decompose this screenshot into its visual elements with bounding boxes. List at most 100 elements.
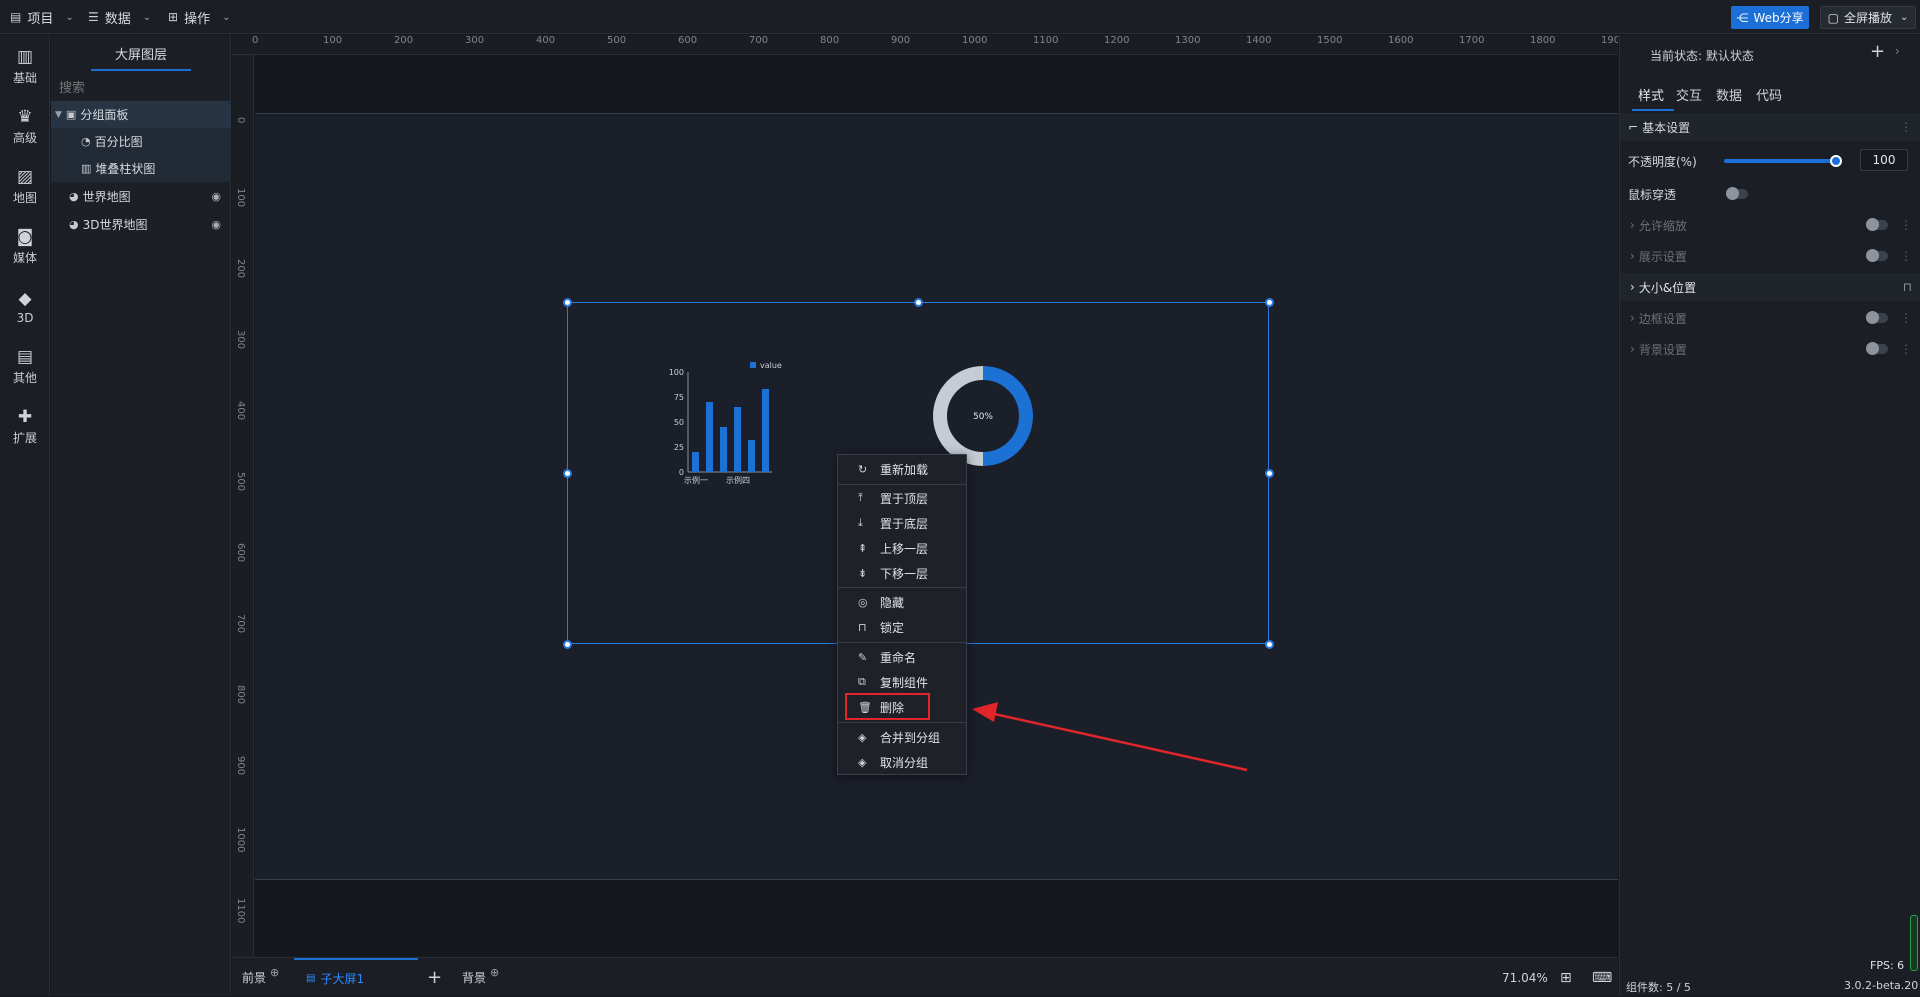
menu-ops[interactable]: ⊞ 操作 ⌄ [168,0,230,34]
more-icon[interactable]: ⋮ [1900,249,1912,263]
layer-row-world-map[interactable]: ◕ 世界地图 ◉ [51,183,231,210]
eye-hidden-icon[interactable]: ◉ [211,218,221,231]
web-share-button[interactable]: ⋲ Web分享 [1731,6,1809,29]
tab-foreground[interactable]: 前景 ⊕ [242,958,279,997]
eye-hidden-icon[interactable]: ◉ [211,190,221,203]
fit-screen-icon[interactable]: ⊞ [1560,958,1572,997]
tab-active-indicator [1632,109,1674,111]
resize-handle-r[interactable] [1265,469,1274,478]
rail-item-advanced[interactable]: ♛ 高级 [0,101,50,153]
ruler-tick: 300 [465,35,485,46]
fps-meter [1910,915,1918,971]
chevron-right-icon[interactable]: › [1895,44,1900,58]
y-tick-label: 75 [674,393,684,402]
ruler-tick: 1500 [1317,35,1343,46]
lock-icon[interactable]: ⊓ [1903,280,1912,294]
layer-row-stacked-bar[interactable]: ▥ 堆叠柱状图 [51,155,231,182]
ruler-tick: 1300 [1175,35,1201,46]
rail-item-basic[interactable]: ▥ 基础 [0,41,50,93]
tab-layers[interactable]: 大屏图层 [51,35,231,71]
bar-chart-icon: ▥ [16,47,34,67]
ruler-tick: 400 [536,35,556,46]
more-icon[interactable]: ⋮ [1900,218,1912,232]
ruler-tick: 1600 [1388,35,1414,46]
resize-handle-tl[interactable] [563,298,572,307]
menu-data[interactable]: ☰ 数据 ⌄ [88,0,151,34]
tab-active-indicator [91,69,191,71]
vertical-ruler: 0 100 200 300 400 500 600 700 800 900 1000 1100 [232,55,254,957]
resize-handle-br[interactable] [1265,640,1274,649]
fullscreen-button[interactable]: ▢ 全屏播放 ⌄ [1820,6,1916,29]
ctx-lock[interactable]: ⊓ 锁定 [838,615,966,639]
opacity-input[interactable]: 100 [1860,149,1908,171]
ctx-move-up[interactable]: ⇞ 上移一层 [838,536,966,560]
allow-zoom-toggle[interactable] [1866,218,1888,231]
background-settings-toggle[interactable] [1866,342,1888,355]
resize-handle-tr[interactable] [1265,298,1274,307]
ruler-tick: 1400 [1246,35,1272,46]
rail-item-3d[interactable]: ◆ 3D [0,281,50,333]
border-settings-toggle[interactable] [1866,311,1888,324]
resize-handle-t[interactable] [914,298,923,307]
ctx-ungroup[interactable]: ◈ 取消分组 [838,750,966,774]
ruler-tick: 1000 [235,827,246,853]
delete-highlight-box [845,693,930,720]
tab-data[interactable]: 数据 [1716,85,1742,104]
add-circle-icon[interactable]: ⊕ [490,966,499,979]
opacity-slider-handle[interactable] [1830,155,1842,167]
display-settings-toggle[interactable] [1866,249,1888,262]
rail-item-map[interactable]: ▨ 地图 [0,161,50,213]
more-icon[interactable]: ⋮ [1900,120,1912,134]
tab-code[interactable]: 代码 [1756,85,1782,104]
resize-handle-bl[interactable] [563,640,572,649]
mouse-through-row: 鼠标穿透 [1628,187,1677,202]
rail-item-extension[interactable]: ✚ 扩展 [0,401,50,453]
section-size-position[interactable]: › 大小&位置 ⊓ [1620,273,1920,301]
layer-row-3d-world-map[interactable]: ◕ 3D世界地图 ◉ [51,211,231,238]
context-menu: ↻ 重新加载 ⤒ 置于顶层 ⤓ 置于底层 ⇞ 上移一层 ⇟ 下移一层 ◎ 隐藏 ⊓ 锁定 ✎ 重… [837,454,967,775]
pencil-icon: ✎ [858,650,868,664]
add-screen-button[interactable]: + [427,958,442,997]
section-basic-settings[interactable]: ⌐ 基本设置 ⋮ [1620,113,1920,141]
add-circle-icon[interactable]: ⊕ [270,966,279,979]
tab-interaction[interactable]: 交互 [1676,85,1702,104]
ruler-tick: 1900 [1601,35,1618,46]
component-rail: ▥ 基础 ♛ 高级 ▨ 地图 ◙ 媒体 ◆ 3D ▤ 其他 ✚ 扩展 [0,35,50,996]
ctx-reload[interactable]: ↻ 重新加载 [838,457,966,481]
ctx-bring-to-front[interactable]: ⤒ 置于顶层 [838,486,966,510]
layer-row-group-panel[interactable]: ▼ ▣ 分组面板 [51,101,231,128]
ctx-merge-group[interactable]: ◈ 合并到分组 [838,725,966,749]
more-icon[interactable]: ⋮ [1900,311,1912,325]
ctx-copy[interactable]: ⧉ 复制组件 [838,670,966,694]
legend-label: value [760,361,782,370]
rail-item-other[interactable]: ▤ 其他 [0,341,50,393]
tab-style[interactable]: 样式 [1638,85,1664,104]
lock-icon: ⊓ [858,620,867,634]
tab-background[interactable]: 背景 ⊕ [462,958,499,997]
resize-handle-l[interactable] [563,469,572,478]
bottom-bar: 前景 ⊕ ▤ 子大屏1 + 背景 ⊕ 71.04% ⊞ ⌨ [232,957,1618,996]
more-icon[interactable]: ⋮ [1900,342,1912,356]
tab-sub-screen[interactable]: ▤ 子大屏1 [294,958,418,997]
mouse-through-toggle[interactable] [1726,187,1748,200]
opacity-slider-track[interactable] [1724,159,1836,163]
layer-row-percent-chart[interactable]: ◔ 百分比图 [51,128,231,155]
add-state-button[interactable]: + [1870,41,1885,62]
y-tick-label: 25 [674,443,684,452]
ruler-tick: 1000 [962,35,988,46]
ctx-hide[interactable]: ◎ 隐藏 [838,590,966,614]
ctx-move-down[interactable]: ⇟ 下移一层 [838,561,966,585]
ctx-rename[interactable]: ✎ 重命名 [838,645,966,669]
camera-icon: ◙ [16,227,34,247]
x-tick-label: 示例一 [684,475,708,485]
ruler-tick: 600 [678,35,698,46]
reload-icon: ↻ [858,462,868,476]
menu-project[interactable]: ▤ 项目 ⌄ [10,0,74,34]
rail-item-media[interactable]: ◙ 媒体 [0,221,50,273]
bar [720,427,727,472]
ctx-send-to-back[interactable]: ⤓ 置于底层 [838,511,966,535]
keyboard-icon[interactable]: ⌨ [1592,958,1612,997]
ruler-tick: 1800 [1530,35,1556,46]
bar [706,402,713,472]
layer-search-input[interactable] [59,75,223,101]
